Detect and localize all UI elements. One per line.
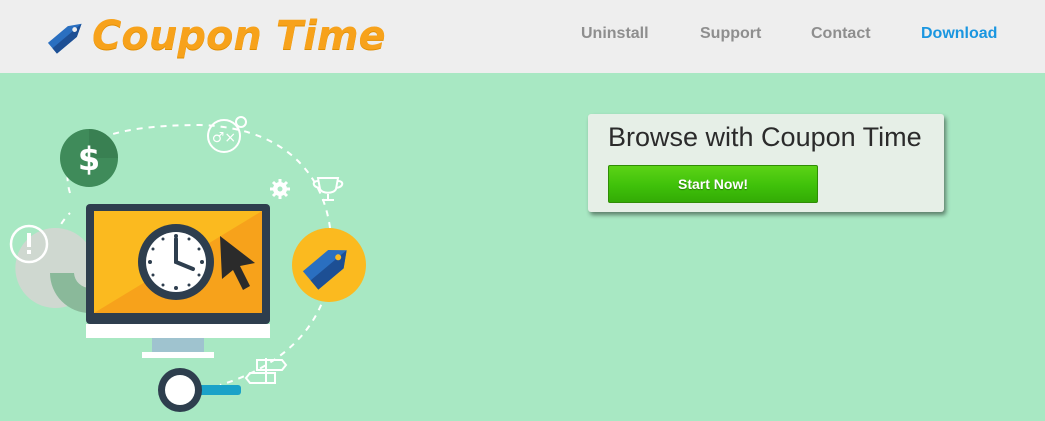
nav-contact-link[interactable]: Contact xyxy=(811,25,871,43)
hero-illustration: $ ♂× xyxy=(9,116,366,412)
magnifier-icon xyxy=(158,368,241,412)
main-nav: Uninstall Support Contact Download xyxy=(0,25,1045,45)
cta-title: Browse with Coupon Time xyxy=(608,122,922,152)
signpost-icon xyxy=(244,358,288,384)
svg-text:$: $ xyxy=(78,140,100,178)
svg-text:♂×: ♂× xyxy=(212,130,236,146)
site-header: Coupon Time Uninstall Support Contact Do… xyxy=(0,0,1045,73)
gear-icon xyxy=(270,179,290,199)
start-now-button[interactable]: Start Now! xyxy=(608,165,818,203)
nav-support-link[interactable]: Support xyxy=(700,25,761,43)
strategy-icon: ♂× xyxy=(207,116,247,153)
nav-uninstall-link[interactable]: Uninstall xyxy=(581,25,649,43)
price-tag-icon xyxy=(292,228,366,302)
clock-icon xyxy=(138,224,214,300)
dollar-icon: $ xyxy=(60,129,118,187)
nav-download-link[interactable]: Download xyxy=(921,25,997,43)
cta-panel: Browse with Coupon Time Start Now! xyxy=(588,114,944,212)
